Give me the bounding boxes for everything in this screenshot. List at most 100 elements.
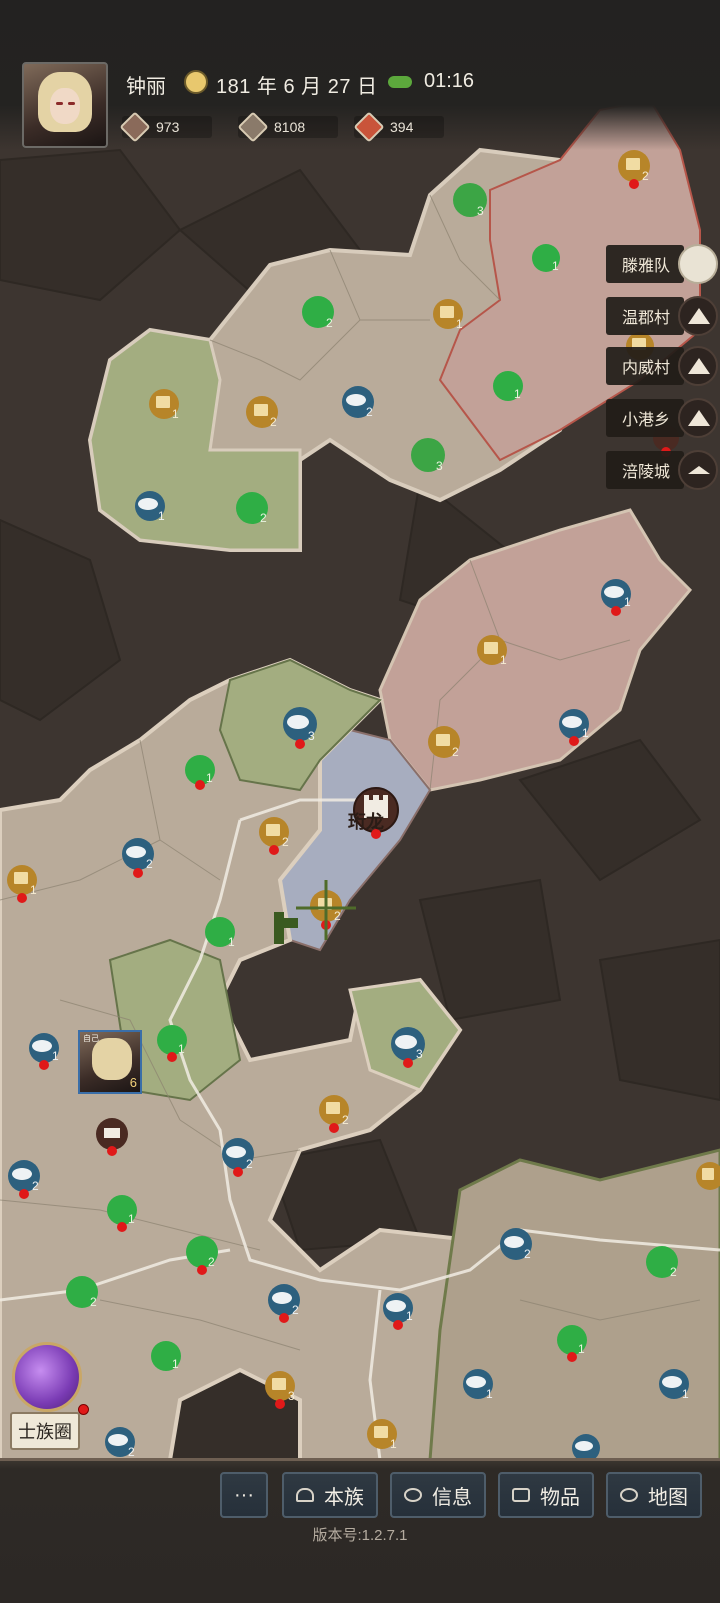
- self-character-card[interactable]: 自己 6: [78, 1030, 142, 1094]
- mountain-icon: [678, 346, 718, 386]
- grain-resource-value: 8108: [274, 119, 306, 135]
- svg-text:2: 2: [334, 909, 341, 923]
- svg-text:2: 2: [32, 1179, 39, 1193]
- svg-text:1: 1: [228, 935, 235, 949]
- svg-text:2: 2: [642, 169, 649, 183]
- svg-text:2: 2: [282, 835, 289, 849]
- svg-text:2: 2: [246, 1157, 253, 1171]
- world-map[interactable]: 3 1 2 1 3 2 1 1 1 1 2 2 1 1 2 2 1 1 2 1 …: [0, 0, 720, 1600]
- quick-item-city[interactable]: 涪陵城: [605, 450, 718, 490]
- quick-item-village[interactable]: 温郡村: [605, 296, 718, 336]
- items-button[interactable]: 物品: [498, 1472, 594, 1518]
- svg-text:1: 1: [30, 883, 37, 897]
- game-time: 01:16: [424, 70, 475, 92]
- svg-text:3: 3: [308, 729, 315, 743]
- svg-text:2: 2: [452, 745, 459, 759]
- self-avatar-hair: [92, 1038, 132, 1080]
- version-label: 版本号:1.2.7.1: [312, 1527, 408, 1544]
- svg-text:2: 2: [270, 415, 277, 429]
- grain-resource-icon: [237, 111, 269, 143]
- self-level: 6: [129, 1075, 137, 1090]
- globe-icon: [620, 1488, 638, 1502]
- chat-icon: [404, 1488, 422, 1502]
- info-button[interactable]: 信息: [390, 1472, 486, 1518]
- mountain-icon: [678, 296, 718, 336]
- herb-node-icon[interactable]: 1: [493, 371, 523, 401]
- game-date: 181 年 6 月 27 日: [216, 76, 378, 98]
- more-button[interactable]: ···: [220, 1472, 268, 1518]
- svg-text:1: 1: [158, 509, 165, 523]
- svg-text:1: 1: [52, 1049, 59, 1063]
- avatar-face: [50, 88, 80, 124]
- svg-text:3: 3: [436, 459, 443, 473]
- food-resource-icon: [353, 111, 385, 143]
- svg-text:2: 2: [128, 1445, 135, 1459]
- resource-grain[interactable]: 8108: [237, 111, 306, 143]
- svg-text:2: 2: [342, 1113, 349, 1127]
- svg-text:2: 2: [292, 1303, 299, 1317]
- herb-node-icon[interactable]: 1: [151, 1341, 181, 1371]
- food-resource-value: 394: [390, 119, 414, 135]
- svg-text:3: 3: [288, 1389, 295, 1403]
- svg-text:1: 1: [624, 595, 631, 609]
- weather-icon: [388, 76, 412, 88]
- resource-silver[interactable]: 973: [119, 111, 180, 143]
- bag-icon: [512, 1488, 530, 1502]
- svg-text:1: 1: [406, 1309, 413, 1323]
- svg-text:2: 2: [524, 1247, 531, 1261]
- resource-food[interactable]: 394: [353, 111, 414, 143]
- svg-text:1: 1: [390, 1437, 397, 1451]
- castle-name-label: 珩龙: [348, 812, 384, 832]
- svg-text:2: 2: [670, 1265, 677, 1279]
- svg-text:2: 2: [366, 405, 373, 419]
- silver-resource-icon: [119, 111, 151, 143]
- quick-item-label: 温郡村: [605, 297, 684, 335]
- svg-text:1: 1: [682, 1387, 689, 1401]
- gate-icon: [678, 450, 718, 490]
- season-icon: [184, 70, 208, 94]
- svg-text:2: 2: [326, 316, 333, 330]
- quick-item-label: 涪陵城: [605, 451, 684, 489]
- player-name: 钟丽: [126, 76, 166, 98]
- clan-button[interactable]: 本族: [282, 1472, 378, 1518]
- quick-item-label: 内威村: [605, 347, 684, 385]
- quick-item-label: 滕雅队: [605, 245, 684, 283]
- person-avatar-icon: [678, 244, 718, 284]
- svg-text:1: 1: [486, 1387, 493, 1401]
- clan-circle-button[interactable]: [12, 1342, 82, 1412]
- svg-text:1: 1: [172, 1357, 179, 1371]
- svg-text:1: 1: [172, 407, 179, 421]
- silver-resource-value: 973: [156, 119, 180, 135]
- svg-text:1: 1: [514, 387, 521, 401]
- quick-item-team[interactable]: 滕雅队: [605, 244, 718, 284]
- items-button-label: 物品: [540, 1486, 580, 1509]
- self-tag: 自己: [83, 1034, 99, 1043]
- svg-text:1: 1: [582, 726, 589, 740]
- info-button-label: 信息: [432, 1486, 472, 1509]
- svg-text:2: 2: [260, 511, 267, 525]
- quick-item-label: 小港乡: [605, 399, 684, 437]
- svg-text:1: 1: [206, 771, 213, 785]
- svg-text:1: 1: [500, 653, 507, 667]
- clan-icon: [296, 1488, 314, 1502]
- clan-button-label: 本族: [324, 1486, 364, 1509]
- svg-text:2: 2: [146, 857, 153, 871]
- svg-text:1: 1: [578, 1342, 585, 1356]
- svg-text:2: 2: [90, 1295, 97, 1309]
- svg-text:1: 1: [178, 1042, 185, 1056]
- avatar-eye: [68, 102, 75, 105]
- map-button-label: 地图: [648, 1486, 688, 1509]
- svg-text:1: 1: [456, 317, 463, 331]
- svg-text:3: 3: [416, 1047, 423, 1061]
- clan-circle-label[interactable]: 士族圈: [10, 1412, 80, 1450]
- player-avatar[interactable]: [22, 62, 108, 148]
- map-button[interactable]: 地图: [606, 1472, 702, 1518]
- svg-text:1: 1: [552, 259, 559, 273]
- quick-item-town[interactable]: 小港乡: [605, 398, 718, 438]
- avatar-eye: [56, 102, 63, 105]
- mountain-icon: [678, 398, 718, 438]
- svg-text:1: 1: [128, 1212, 135, 1226]
- quick-item-village[interactable]: 内威村: [605, 346, 718, 386]
- svg-text:3: 3: [477, 204, 484, 218]
- svg-text:2: 2: [208, 1255, 215, 1269]
